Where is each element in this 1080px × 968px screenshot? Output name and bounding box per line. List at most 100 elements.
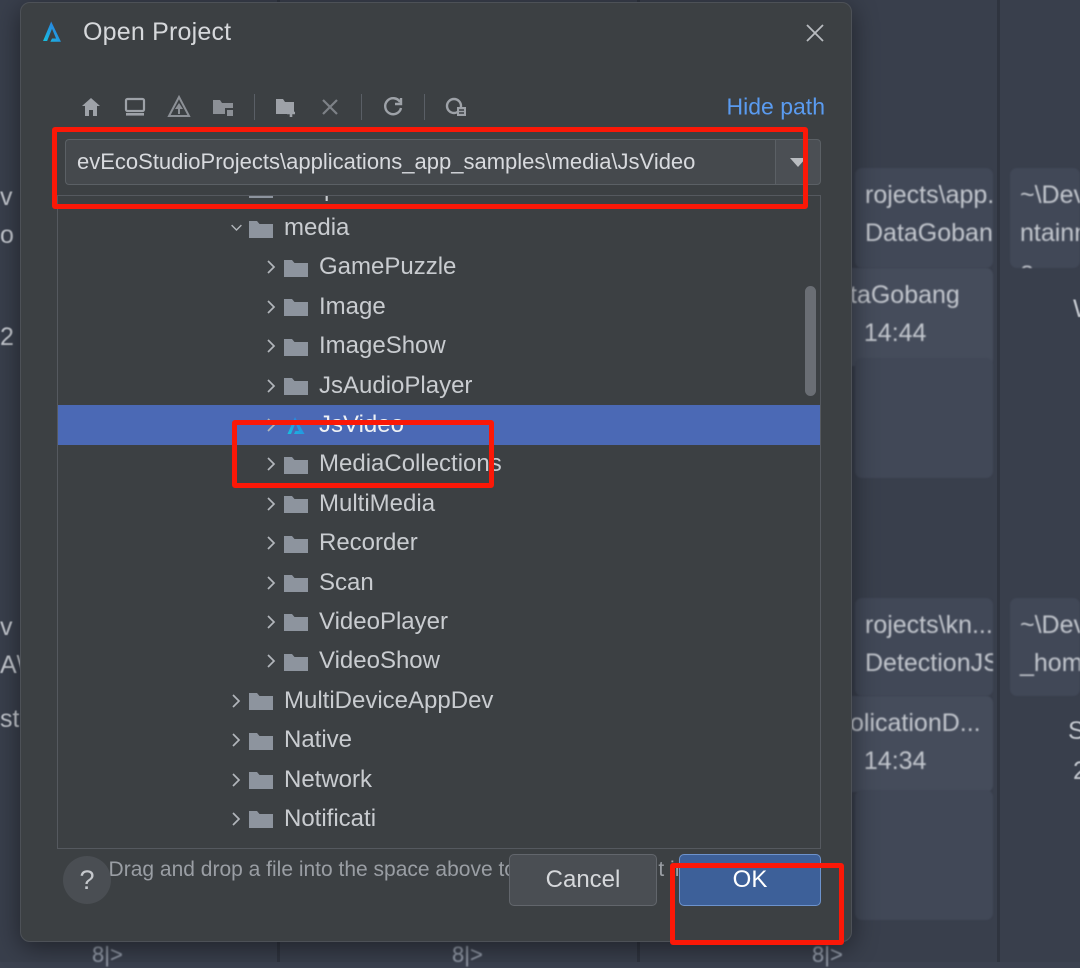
tree-scrollbar[interactable]	[805, 286, 816, 396]
folder-icon	[249, 731, 279, 750]
tree-node-label: Graphics	[284, 195, 380, 203]
close-glyph	[803, 21, 827, 45]
tree-node-label: Notificati	[284, 805, 376, 833]
background-text-fragment: S	[1068, 712, 1080, 750]
folder-icon	[249, 809, 279, 828]
background-text-fragment: v o	[0, 178, 14, 254]
desktop-icon[interactable]	[113, 89, 157, 125]
tree-node-gamepuzzle[interactable]: GamePuzzle	[58, 248, 820, 287]
show-hidden-icon[interactable]	[434, 89, 478, 125]
chevron-right-icon[interactable]	[258, 456, 284, 472]
chevron-right-icon[interactable]	[223, 693, 249, 709]
help-button[interactable]: ?	[63, 856, 111, 904]
chevron-right-icon[interactable]	[223, 732, 249, 748]
hide-path-link[interactable]: Hide path	[727, 94, 825, 121]
chevron-right-icon[interactable]	[223, 811, 249, 827]
folder-icon	[284, 337, 314, 356]
path-input[interactable]: evEcoStudioProjects\applications_app_sam…	[65, 139, 775, 185]
tree-node-label: JsAudioPlayer	[319, 372, 472, 400]
module-folder-icon[interactable]	[201, 89, 245, 125]
folder-glyph	[284, 258, 308, 277]
chevron-down-glyph	[230, 220, 243, 236]
chevron-right-glyph	[265, 456, 278, 472]
tree-node-network[interactable]: Network	[58, 760, 820, 799]
tree-node-media[interactable]: media	[58, 208, 820, 247]
delete-icon[interactable]	[308, 89, 352, 125]
new-folder-icon[interactable]	[264, 89, 308, 125]
tree-node-label: JsVideo	[319, 411, 404, 439]
tree-node-label: MultiMedia	[319, 490, 435, 518]
chevron-right-icon[interactable]	[258, 338, 284, 354]
tree-node-label: ImageShow	[319, 332, 446, 360]
chevron-right-icon[interactable]	[258, 259, 284, 275]
background-text-fragment: st	[0, 700, 19, 738]
folder-icon	[284, 573, 314, 592]
folder-icon	[284, 534, 314, 553]
chevron-right-icon[interactable]	[258, 614, 284, 630]
folder-glyph	[284, 376, 308, 395]
chevron-right-icon[interactable]	[258, 496, 284, 512]
dialog-footer: ? Cancel OK	[21, 833, 851, 941]
chevron-right-icon[interactable]	[258, 575, 284, 591]
ok-button[interactable]: OK	[679, 854, 821, 906]
cancel-button[interactable]: Cancel	[509, 854, 657, 906]
chevron-right-glyph	[265, 299, 278, 315]
chevron-right-glyph	[265, 653, 278, 669]
tree-node-label: media	[284, 214, 349, 242]
folder-glyph	[284, 337, 308, 356]
chevron-down-icon[interactable]	[223, 220, 249, 236]
background-recent-project-card: rojects\kn...I DetectionJSI	[855, 598, 993, 696]
chevron-right-glyph	[265, 378, 278, 394]
tree-node-mediacollections[interactable]: MediaCollections	[58, 445, 820, 484]
chevron-right-icon[interactable]	[258, 653, 284, 669]
folder-glyph	[249, 809, 273, 828]
chevron-down-icon	[790, 158, 806, 167]
tree-node-label: Network	[284, 766, 372, 794]
chevron-right-icon[interactable]	[258, 417, 284, 433]
folder-icon	[284, 652, 314, 671]
background-text-fragment: 2	[0, 318, 14, 356]
tree-node-recorder[interactable]: Recorder	[58, 524, 820, 563]
tree-node-jsvideo[interactable]: JsVideo	[58, 405, 820, 444]
toolbar-separator	[424, 94, 425, 120]
refresh-icon[interactable]	[371, 89, 415, 125]
background-text-fragment: W	[1073, 290, 1080, 328]
folder-icon	[284, 494, 314, 513]
background-recent-project-card: ~\DevI _home	[1010, 598, 1080, 696]
directory-tree[interactable]: Graphics media GamePuzzleImage ImageShow JsA…	[57, 195, 821, 849]
folder-icon	[249, 219, 279, 238]
folder-icon	[249, 770, 279, 789]
folder-glyph	[284, 297, 308, 316]
chevron-right-icon[interactable]	[258, 535, 284, 551]
chevron-right-glyph	[265, 338, 278, 354]
tree-node-image[interactable]: Image	[58, 287, 820, 326]
tree-node-label: MultiDeviceAppDev	[284, 687, 493, 715]
chevron-right-icon[interactable]	[258, 378, 284, 394]
deveco-studio-logo-icon	[39, 19, 65, 45]
folder-icon	[284, 612, 314, 631]
folder-glyph	[284, 534, 308, 553]
background-recent-project-card	[855, 358, 993, 478]
project-dir-icon[interactable]	[157, 89, 201, 125]
tree-node-label: VideoPlayer	[319, 608, 448, 636]
chevron-right-glyph	[230, 195, 243, 197]
path-dropdown-button[interactable]	[775, 139, 821, 185]
tree-node-native[interactable]: Native	[58, 720, 820, 759]
home-icon[interactable]	[69, 89, 113, 125]
tree-node-videoplayer[interactable]: VideoPlayer	[58, 602, 820, 641]
chevron-right-glyph	[230, 693, 243, 709]
chevron-right-icon[interactable]	[223, 772, 249, 788]
tree-node-multimedia[interactable]: MultiMedia	[58, 484, 820, 523]
tree-node-graphics[interactable]: Graphics	[58, 195, 820, 208]
close-icon[interactable]	[789, 11, 841, 55]
tree-node-multideviceappdev[interactable]: MultiDeviceAppDev	[58, 681, 820, 720]
toolbar-separator	[361, 94, 362, 120]
tree-node-imageshow[interactable]: ImageShow	[58, 327, 820, 366]
chevron-right-icon[interactable]	[223, 195, 249, 197]
tree-node-jsaudioplayer[interactable]: JsAudioPlayer	[58, 366, 820, 405]
tree-node-videoshow[interactable]: VideoShow	[58, 642, 820, 681]
chevron-right-icon[interactable]	[258, 299, 284, 315]
tree-node-scan[interactable]: Scan	[58, 563, 820, 602]
open-project-dialog: Open Project	[20, 2, 852, 942]
folder-icon	[284, 297, 314, 316]
